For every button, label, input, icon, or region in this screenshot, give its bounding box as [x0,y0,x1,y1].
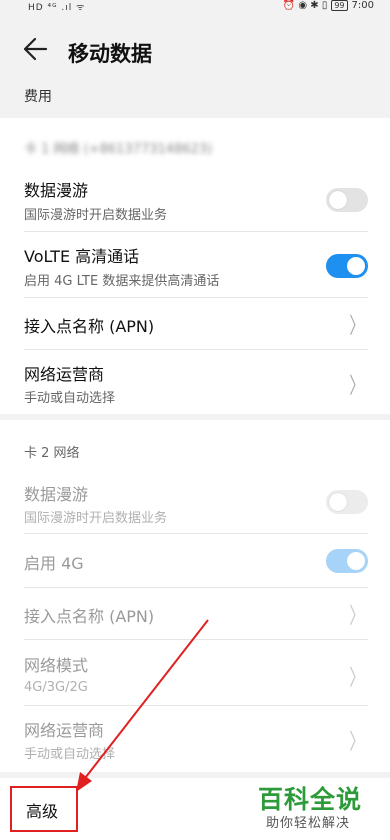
sim2-operator-row[interactable]: 网络运营商 手动或自动选择 〉 [0,706,390,770]
row-subtitle: 4G/3G/2G [24,680,88,695]
advanced-label: 高级 [26,802,59,821]
signal-icons: HD ⁴ᴳ .ıl ᯤ [28,3,86,13]
sim1-card: 卡 1 网络 (+8613773148623) 数据漫游 国际漫游时开启数据业务… [0,118,390,414]
status-icons: ⏰ ◉ ✱ ▯ [282,0,328,11]
row-subtitle: 手动或自动选择 [24,747,116,762]
sim1-volte-row[interactable]: VoLTE 高清通话 启用 4G LTE 数据来提供高清通话 [0,232,390,298]
sim2-apn-row[interactable]: 接入点名称 (APN) 〉 [0,588,390,640]
chevron-right-icon: 〉 [349,604,365,629]
row-title: 数据漫游 [24,181,89,200]
watermark-title: 百科全说 [258,785,363,814]
row-title: 网络运营商 [24,365,105,384]
toggle-knob [329,191,347,209]
row-subtitle: 国际漫游时开启数据业务 [24,208,168,223]
row-subtitle: 启用 4G LTE 数据来提供高清通话 [24,274,220,289]
row-title: 接入点名称 (APN) [24,607,155,626]
data-roaming-toggle[interactable] [326,490,368,514]
fee-row[interactable]: 费用 [0,78,390,114]
row-title: 启用 4G [24,554,84,573]
row-title: VoLTE 高清通话 [24,247,140,266]
status-right: ⏰ ◉ ✱ ▯ 99 7:00 [283,0,374,11]
sim2-header: 卡 2 网络 [24,446,80,461]
row-title: 接入点名称 (APN) [24,317,155,336]
chevron-right-icon: 〉 [349,730,365,755]
volte-toggle[interactable] [326,254,368,278]
row-title: 数据漫游 [24,485,89,504]
fee-label: 费用 [24,89,52,105]
sim1-apn-row[interactable]: 接入点名称 (APN) 〉 [0,298,390,350]
toggle-knob [329,493,347,511]
chevron-right-icon: 〉 [349,374,365,399]
watermark-subtitle: 助你轻松解决 [266,816,351,831]
page-title: 移动数据 [68,42,152,66]
back-button[interactable] [22,36,54,68]
arrow-left-icon [23,37,48,61]
sim2-card: 卡 2 网络 数据漫游 国际漫游时开启数据业务 启用 4G 接入点名称 (APN… [0,420,390,772]
row-subtitle: 国际漫游时开启数据业务 [24,511,168,526]
data-roaming-toggle[interactable] [326,188,368,212]
chevron-right-icon: 〉 [349,666,365,691]
sim1-data-roaming-row[interactable]: 数据漫游 国际漫游时开启数据业务 [0,166,390,232]
row-title: 网络运营商 [24,721,105,740]
status-bar: HD ⁴ᴳ .ıl ᯤ ⏰ ◉ ✱ ▯ 99 7:00 [0,0,390,14]
battery-icon: 99 [331,0,348,11]
row-subtitle: 手动或自动选择 [24,391,116,406]
sim2-data-roaming-row[interactable]: 数据漫游 国际漫游时开启数据业务 [0,470,390,534]
clock: 7:00 [351,0,374,11]
sim1-operator-row[interactable]: 网络运营商 手动或自动选择 〉 [0,350,390,414]
sim2-network-mode-row[interactable]: 网络模式 4G/3G/2G 〉 [0,640,390,706]
chevron-right-icon: 〉 [349,314,365,339]
toggle-knob [347,257,365,275]
toggle-knob [347,552,365,570]
enable-4g-toggle[interactable] [326,549,368,573]
watermark-logo: 百科全说 助你轻松解决 [254,778,378,836]
sim1-header: 卡 1 网络 (+8613773148623) [24,142,213,157]
row-title: 网络模式 [24,656,89,675]
sim2-enable-4g-row[interactable]: 启用 4G [0,534,390,588]
